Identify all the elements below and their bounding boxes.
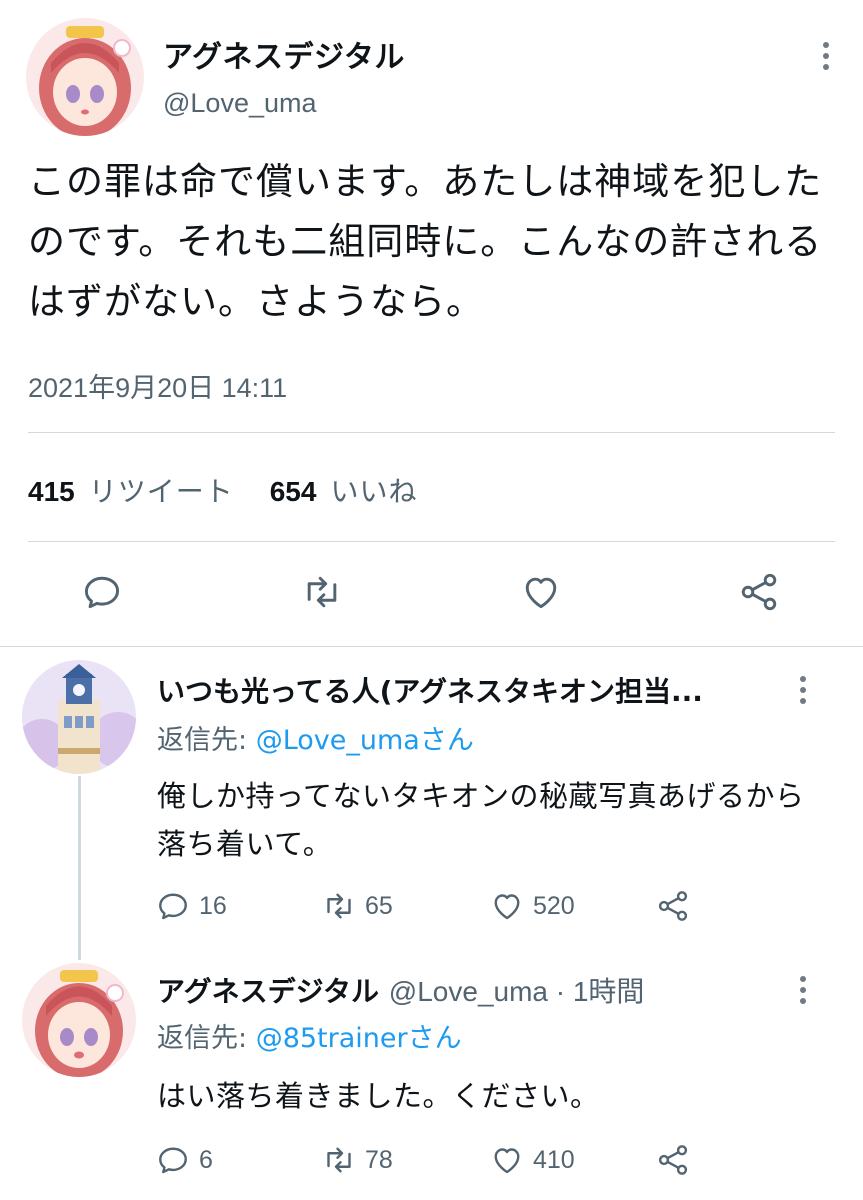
retweet-label[interactable]: リツイート bbox=[89, 470, 234, 510]
like-icon bbox=[494, 894, 520, 920]
share-icon[interactable] bbox=[737, 570, 781, 614]
tweet-timestamp[interactable]: 2021年9月20日 14:11 bbox=[28, 366, 287, 405]
retweet-icon[interactable] bbox=[300, 570, 344, 614]
retweet-count[interactable]: 415 bbox=[28, 476, 75, 508]
author-name[interactable]: アグネスデジタル bbox=[163, 32, 405, 76]
share-button[interactable] bbox=[655, 888, 699, 924]
reply-count: 16 bbox=[199, 891, 227, 920]
reply-to-line: 返信先: @Love_umaさん bbox=[157, 718, 474, 757]
reply-icon bbox=[159, 1147, 187, 1174]
reply-count: 6 bbox=[199, 1145, 213, 1174]
share-icon bbox=[658, 1145, 688, 1175]
like-count: 520 bbox=[533, 891, 575, 920]
like-icon bbox=[494, 1148, 520, 1174]
divider bbox=[28, 432, 835, 433]
like-count: 410 bbox=[533, 1145, 575, 1174]
main-tweet-header: アグネスデジタル @Love_uma bbox=[26, 18, 846, 138]
retweet-count: 65 bbox=[365, 891, 393, 920]
reply-text: はい落ち着きました。ください。 bbox=[157, 1079, 600, 1113]
reply-text: 俺しか持ってないタキオンの秘蔵写真あげるから落ち着いて。 bbox=[157, 779, 805, 861]
reply-button[interactable]: 16 bbox=[155, 888, 227, 924]
reply-button[interactable]: 6 bbox=[155, 1142, 213, 1178]
retweet-icon bbox=[327, 893, 351, 919]
like-label[interactable]: いいね bbox=[330, 470, 417, 510]
retweet-button[interactable]: 65 bbox=[321, 888, 393, 924]
reply-author-line: アグネスデジタル @Love_uma · 1時間 bbox=[157, 970, 644, 1010]
reply-action-bar: 6 78 410 bbox=[155, 1142, 715, 1182]
like-count[interactable]: 654 bbox=[270, 476, 317, 508]
tweet-action-bar bbox=[0, 570, 863, 620]
more-options-icon[interactable] bbox=[816, 42, 836, 70]
share-icon bbox=[658, 891, 688, 921]
like-icon[interactable] bbox=[519, 570, 563, 614]
reply-author-name[interactable]: いつも光ってる人(アグネスタキオン担当... bbox=[157, 670, 703, 710]
divider bbox=[28, 541, 835, 542]
retweet-button[interactable]: 78 bbox=[321, 1142, 393, 1178]
reply-to-mention[interactable]: @85trainerさん bbox=[256, 1023, 462, 1054]
more-options-icon[interactable] bbox=[793, 976, 813, 1004]
retweet-icon bbox=[327, 1147, 351, 1173]
thread-connector-line bbox=[78, 776, 81, 960]
retweet-count: 78 bbox=[365, 1145, 393, 1174]
like-button[interactable]: 410 bbox=[489, 1142, 575, 1178]
divider bbox=[0, 646, 863, 647]
share-button[interactable] bbox=[655, 1142, 699, 1178]
tweet-text: この罪は命で償います。あたしは神域を犯したのです。それも二組同時に。こんなの許さ… bbox=[28, 160, 823, 323]
reply-author-handle-time[interactable]: @Love_uma · 1時間 bbox=[389, 976, 645, 1007]
reply-avatar[interactable] bbox=[22, 660, 136, 774]
reply-author-name[interactable]: アグネスデジタル bbox=[157, 975, 379, 1008]
tweet-stats: 415 リツイート 654 いいね bbox=[28, 470, 453, 510]
reply-icon[interactable] bbox=[80, 570, 124, 614]
more-options-icon[interactable] bbox=[793, 676, 813, 704]
reply-to-prefix: 返信先: bbox=[157, 1023, 256, 1054]
like-button[interactable]: 520 bbox=[489, 888, 575, 924]
reply-to-prefix: 返信先: bbox=[157, 725, 256, 756]
reply-to-mention[interactable]: @Love_umaさん bbox=[256, 725, 474, 756]
reply-avatar[interactable] bbox=[22, 963, 136, 1077]
reply-action-bar: 16 65 520 bbox=[155, 888, 715, 928]
author-avatar[interactable] bbox=[26, 18, 144, 136]
author-handle[interactable]: @Love_uma bbox=[163, 88, 317, 119]
reply-to-line: 返信先: @85trainerさん bbox=[157, 1016, 462, 1055]
reply-icon bbox=[159, 893, 187, 920]
